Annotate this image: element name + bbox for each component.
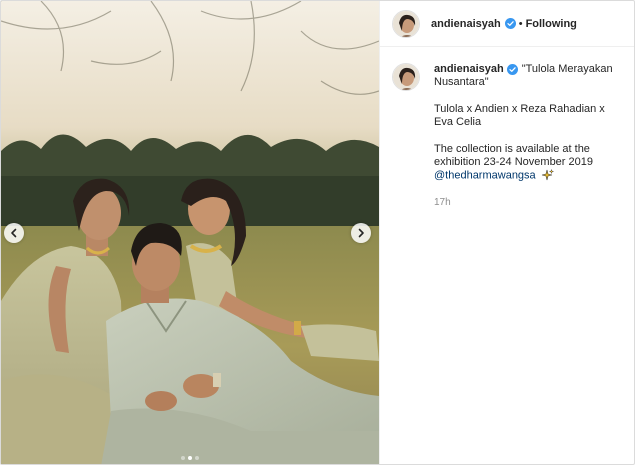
post-media[interactable] (1, 1, 379, 464)
caption-avatar[interactable] (392, 63, 420, 91)
header-separator: • (518, 17, 523, 30)
chevron-left-icon (11, 228, 17, 238)
verified-badge-icon (504, 18, 516, 29)
carousel-dot (195, 456, 199, 460)
carousel-indicator (1, 456, 379, 460)
caption-body: andienaisyah "Tulola Merayakan Nusantara"… (434, 63, 620, 209)
avatar-image (393, 64, 419, 90)
verified-badge-icon (506, 63, 518, 75)
instagram-post: andienaisyah • Following andienaisyah "Tu… (0, 0, 635, 465)
post-timestamp[interactable]: 17h (434, 196, 620, 209)
carousel-dot-active (188, 456, 192, 460)
carousel-prev-button[interactable] (4, 223, 24, 243)
carousel-next-button[interactable] (351, 223, 371, 243)
carousel-dot (181, 456, 185, 460)
chevron-right-icon (358, 228, 364, 238)
avatar[interactable] (392, 9, 420, 38)
author-username[interactable]: andienaisyah (431, 18, 501, 30)
mention-link[interactable]: @thedharmawangsa (434, 169, 536, 181)
sparkles-icon (541, 169, 554, 181)
post-caption: andienaisyah "Tulola Merayakan Nusantara"… (380, 47, 634, 209)
avatar-image (393, 10, 419, 37)
caption-availability: The collection is available at the exhib… (434, 143, 593, 168)
caption-credits: Tulola x Andien x Reza Rahadian x Eva Ce… (434, 103, 605, 128)
post-header: andienaisyah • Following (380, 1, 634, 47)
post-photo (1, 1, 379, 464)
caption-username[interactable]: andienaisyah (434, 63, 504, 75)
post-sidebar: andienaisyah • Following andienaisyah "Tu… (379, 1, 634, 464)
following-button[interactable]: Following (526, 18, 577, 30)
